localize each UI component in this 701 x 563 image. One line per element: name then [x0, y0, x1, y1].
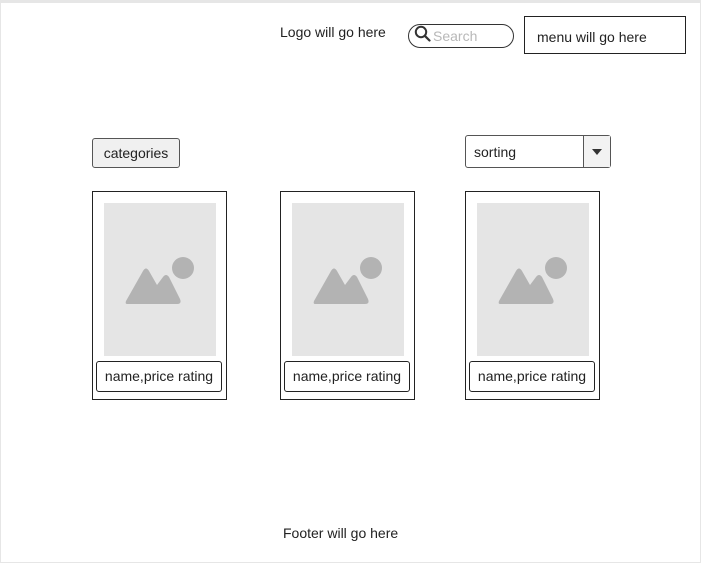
search-input[interactable]	[431, 26, 509, 46]
product-label: name,price rating	[284, 361, 410, 392]
search-icon	[414, 25, 431, 47]
product-image	[292, 203, 404, 356]
sorting-selected-value: sorting	[474, 144, 517, 160]
sorting-dropdown[interactable]: sorting	[465, 135, 611, 168]
product-image	[477, 203, 589, 356]
logo-placeholder: Logo will go here	[280, 24, 386, 40]
menu-placeholder[interactable]: menu will go here	[524, 16, 686, 54]
image-placeholder-icon	[125, 257, 194, 304]
product-card[interactable]: name,price rating	[280, 191, 415, 400]
product-label: name,price rating	[96, 361, 222, 392]
search-box[interactable]	[408, 24, 514, 48]
chevron-down-icon[interactable]	[583, 136, 610, 167]
image-placeholder-icon	[498, 257, 567, 304]
product-card[interactable]: name,price rating	[92, 191, 227, 400]
product-label: name,price rating	[469, 361, 595, 392]
footer-placeholder: Footer will go here	[283, 525, 399, 541]
categories-button[interactable]: categories	[92, 138, 180, 168]
product-card[interactable]: name,price rating	[465, 191, 600, 400]
product-image	[104, 203, 216, 356]
image-placeholder-icon	[313, 257, 382, 304]
